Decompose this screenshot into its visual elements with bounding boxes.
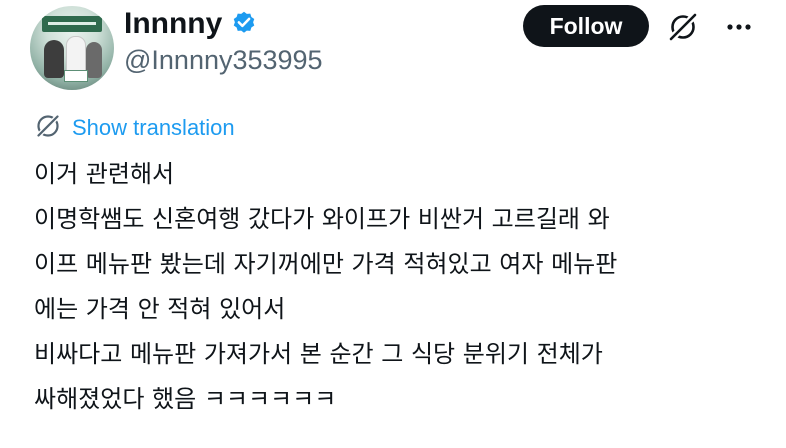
globe-icon <box>34 112 62 144</box>
tweet-text-line: 싸해졌었다 했음 ㅋㅋㅋㅋㅋㅋ <box>34 385 337 413</box>
show-translation-link[interactable]: Show translation <box>34 112 235 144</box>
avatar[interactable] <box>30 6 114 90</box>
tweet-text-line: 에는 가격 안 적혀 있어서 <box>34 295 286 323</box>
tweet-text-line: 이명학쌤도 신혼여행 갔다가 와이프가 비싼거 고르길래 와 <box>34 205 610 233</box>
avatar-figure-shape <box>44 40 64 78</box>
tweet-body: 이거 관련해서 이명학쌤도 신혼여행 갔다가 와이프가 비싼거 고르길래 와 이… <box>34 152 774 422</box>
follow-button[interactable]: Follow <box>523 5 649 47</box>
avatar-figure-shape <box>86 42 102 78</box>
avatar-banner-shape <box>42 16 102 32</box>
tweet-text-line: 이거 관련해서 <box>34 160 175 188</box>
grok-icon[interactable] <box>666 10 700 44</box>
author-name-row: Innnny <box>124 4 258 44</box>
tweet-text-line: 이프 메뉴판 봤는데 자기꺼에만 가격 적혀있고 여자 메뉴판 <box>34 250 618 278</box>
tweet-text-line: 비싸다고 메뉴판 가져가서 본 순간 그 식당 분위기 전체가 <box>34 340 603 368</box>
avatar-sign-shape <box>64 70 88 82</box>
display-name[interactable]: Innnny <box>124 4 222 44</box>
show-translation-label[interactable]: Show translation <box>72 112 235 144</box>
more-options-icon[interactable] <box>722 10 756 44</box>
user-handle[interactable]: @Innnny353995 <box>124 42 323 78</box>
verified-badge-icon[interactable] <box>230 10 258 38</box>
